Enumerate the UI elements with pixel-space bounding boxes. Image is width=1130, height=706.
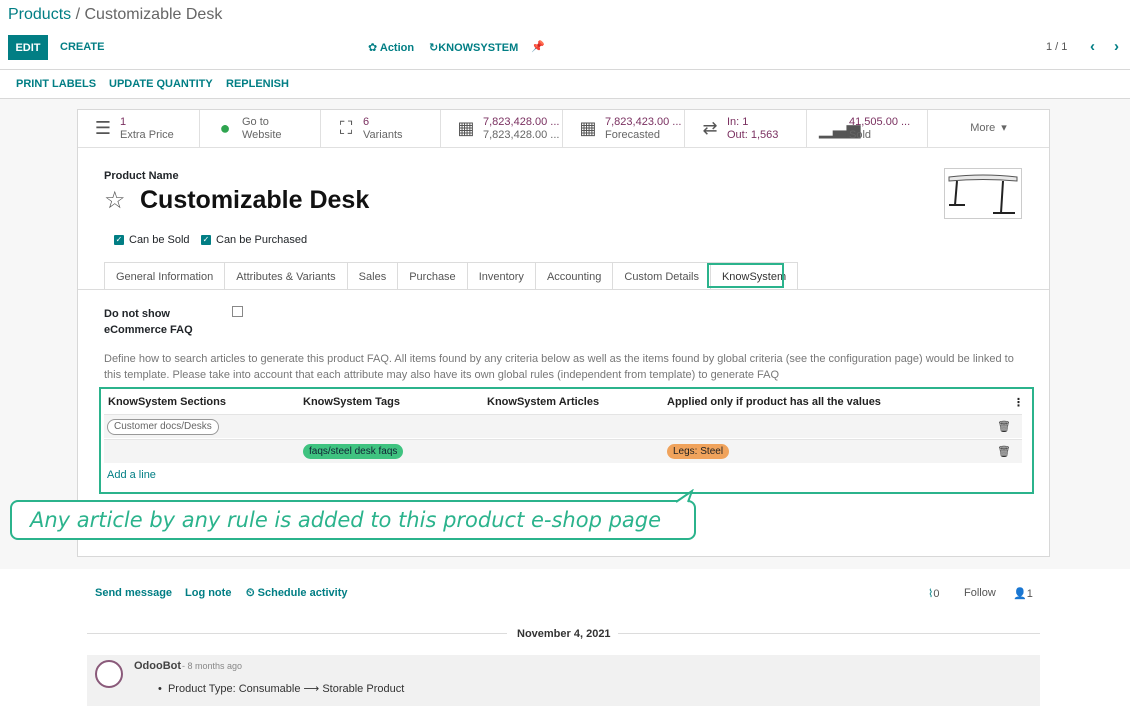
globe-icon: ● bbox=[219, 118, 231, 138]
pin-icon[interactable]: 📌 bbox=[531, 40, 545, 53]
refresh-icon: ↻ bbox=[429, 42, 439, 54]
star-icon[interactable]: ☆ bbox=[104, 186, 126, 215]
do-not-show-label-line1: Do not show bbox=[104, 308, 170, 320]
product-name-label: Product Name bbox=[104, 170, 179, 182]
divider bbox=[0, 69, 1130, 70]
tab-custom-details[interactable]: Custom Details bbox=[612, 262, 711, 290]
replenish-button[interactable]: REPLENISH bbox=[226, 78, 289, 90]
message-time: - 8 months ago bbox=[182, 661, 243, 671]
message-body: • Product Type: Consumable ⟶ Storable Pr… bbox=[158, 682, 404, 695]
out-count: Out: 1,563 bbox=[727, 128, 779, 141]
list-icon: ☰ bbox=[94, 118, 112, 138]
in-count: In: 1 bbox=[727, 115, 749, 128]
forecasted-qty: 7,823,423.00 ... bbox=[605, 115, 682, 128]
on-hand-button[interactable]: ▦ 7,823,428.00 ... 7,823,428.00 ... bbox=[441, 110, 563, 148]
sold-qty: 41,505.00 ... bbox=[849, 115, 911, 128]
schedule-activity-label: Schedule activity bbox=[257, 587, 348, 599]
chevron-left-icon[interactable]: ‹ bbox=[1090, 38, 1095, 55]
tab-attributes-variants[interactable]: Attributes & Variants bbox=[224, 262, 348, 290]
followers-count: 1 bbox=[1026, 588, 1033, 600]
action-label: Action bbox=[379, 42, 415, 54]
tab-general-information[interactable]: General Information bbox=[104, 262, 226, 290]
sitemap-icon: ⛶ bbox=[339, 118, 353, 138]
log-note-button[interactable]: Log note bbox=[185, 587, 231, 599]
knowsystem-description: Define how to search articles to generat… bbox=[104, 353, 1014, 381]
message-text: Product Type: Consumable ⟶ Storable Prod… bbox=[167, 683, 405, 695]
chevron-down-icon: ▾ bbox=[1001, 122, 1007, 134]
chevron-right-icon[interactable]: › bbox=[1114, 38, 1119, 55]
tab-inventory[interactable]: Inventory bbox=[466, 262, 536, 290]
pager-value[interactable]: 1 / 1 bbox=[1046, 41, 1067, 53]
user-icon: 👤 bbox=[1013, 588, 1027, 600]
breadcrumb-current: Customizable Desk bbox=[84, 6, 223, 23]
attachments-button[interactable]: ⌇0 bbox=[928, 587, 940, 600]
product-image[interactable] bbox=[944, 168, 1022, 219]
update-quantity-button[interactable]: UPDATE QUANTITY bbox=[109, 78, 213, 90]
product-title: Customizable Desk bbox=[140, 186, 370, 214]
callout-pointer bbox=[676, 489, 694, 503]
breadcrumb-separator: / bbox=[71, 6, 85, 23]
desk-image bbox=[948, 174, 1018, 214]
extra-price-button[interactable]: ☰ 1 Extra Price bbox=[78, 110, 200, 148]
sold-label: Sold bbox=[849, 128, 872, 141]
on-hand-qty-2: 7,823,428.00 ... bbox=[483, 128, 560, 141]
website-label: Website bbox=[242, 128, 282, 141]
table-highlight bbox=[99, 387, 1034, 494]
variants-button[interactable]: ⛶ 6 Variants bbox=[321, 110, 441, 148]
breadcrumb: Products / Customizable Desk bbox=[8, 6, 222, 24]
go-to-website-button[interactable]: ● Go to Website bbox=[200, 110, 321, 148]
in-out-button[interactable]: ⇄ In: 1 Out: 1,563 bbox=[685, 110, 807, 148]
action-menu[interactable]: ✿ Action bbox=[368, 41, 414, 54]
do-not-show-faq-checkbox[interactable] bbox=[232, 306, 243, 317]
gear-icon: ✿ bbox=[368, 42, 380, 54]
extra-price-label: Extra Price bbox=[120, 128, 174, 141]
do-not-show-faq-label: Do not show eCommerce FAQ bbox=[104, 306, 193, 338]
date-separator: November 4, 2021 bbox=[517, 628, 611, 640]
date-divider-left bbox=[87, 633, 507, 634]
edit-button[interactable]: EDIT bbox=[8, 35, 48, 60]
on-hand-qty: 7,823,428.00 ... bbox=[483, 115, 560, 128]
can-be-purchased-label: Can be Purchased bbox=[216, 234, 308, 246]
schedule-activity-button[interactable]: ⏲ Schedule activity bbox=[246, 587, 348, 600]
create-button[interactable]: CREATE bbox=[60, 41, 104, 53]
sold-button[interactable]: ▁▃▅ 41,505.00 ... Sold bbox=[807, 110, 928, 148]
print-labels-button[interactable]: PRINT LABELS bbox=[16, 78, 96, 90]
notebook-tabs: General Information Attributes & Variant… bbox=[104, 262, 799, 290]
variants-count: 6 bbox=[363, 115, 370, 128]
attachments-count: 0 bbox=[933, 588, 940, 600]
knowsystem-button[interactable]: ↻KNOWSYSTEM bbox=[429, 41, 518, 54]
avatar[interactable] bbox=[95, 660, 123, 688]
message-author[interactable]: OdooBot bbox=[134, 660, 181, 672]
date-divider-right bbox=[618, 633, 1040, 634]
can-be-sold-label: Can be Sold bbox=[129, 234, 190, 246]
send-message-button[interactable]: Send message bbox=[95, 587, 172, 599]
clock-icon: ⏲ bbox=[246, 587, 258, 599]
exchange-icon: ⇄ bbox=[702, 118, 718, 138]
tab-underline bbox=[78, 289, 1049, 290]
cubes-icon: ▦ bbox=[457, 118, 475, 138]
followers-button[interactable]: 👤1 bbox=[1013, 587, 1033, 600]
more-button[interactable]: More ▾ bbox=[928, 110, 1049, 148]
extra-price-count: 1 bbox=[120, 115, 127, 128]
can-be-purchased-checkbox[interactable]: ✓ bbox=[201, 235, 211, 245]
tab-sales[interactable]: Sales bbox=[346, 262, 399, 290]
cubes-icon: ▦ bbox=[579, 118, 597, 138]
signal-icon: ▁▃▅ bbox=[819, 118, 861, 138]
can-be-sold-checkbox[interactable]: ✓ bbox=[114, 235, 124, 245]
knowsystem-label: KNOWSYSTEM bbox=[438, 42, 519, 54]
forecasted-label: Forecasted bbox=[605, 128, 661, 141]
variants-label: Variants bbox=[363, 128, 403, 141]
callout-text: Any article by any rule is added to this… bbox=[30, 508, 662, 532]
breadcrumb-products-link[interactable]: Products bbox=[8, 6, 71, 23]
tab-purchase[interactable]: Purchase bbox=[397, 262, 468, 290]
tab-accounting[interactable]: Accounting bbox=[534, 262, 614, 290]
follow-button[interactable]: Follow bbox=[964, 587, 996, 599]
knowsystem-tab-highlight bbox=[707, 263, 784, 288]
do-not-show-label-line2: eCommerce FAQ bbox=[104, 324, 193, 336]
go-to-label: Go to bbox=[242, 115, 269, 128]
bullet-icon: • bbox=[158, 683, 168, 695]
more-label: More bbox=[970, 122, 996, 134]
forecasted-button[interactable]: ▦ 7,823,423.00 ... Forecasted bbox=[563, 110, 685, 148]
